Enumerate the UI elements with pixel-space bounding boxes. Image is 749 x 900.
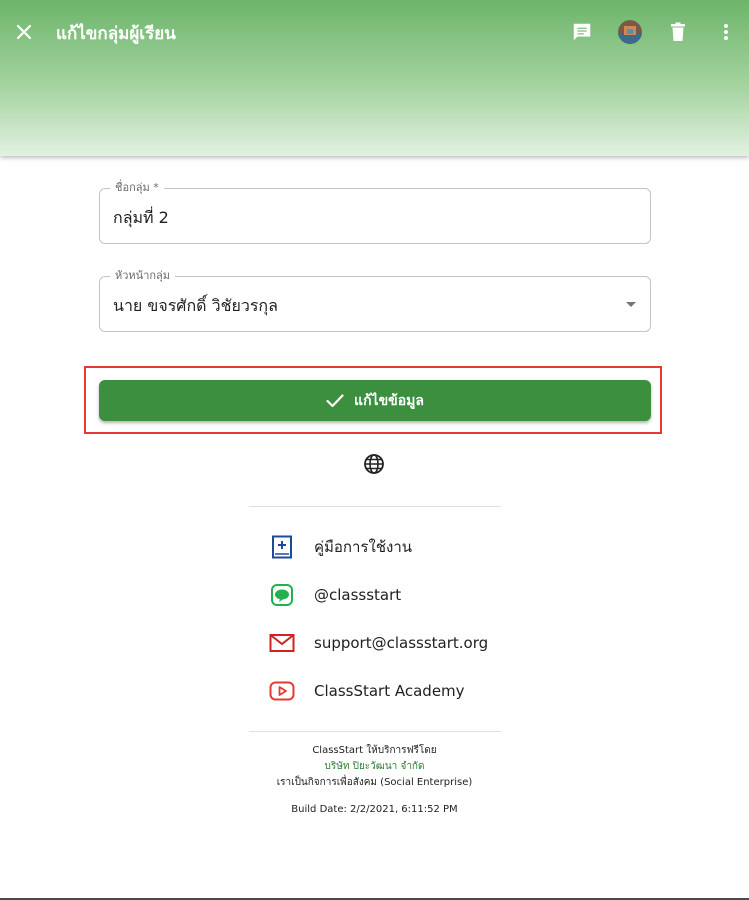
save-button[interactable]: แก้ไขข้อมูล (99, 380, 651, 421)
mail-icon (268, 629, 296, 657)
link-youtube[interactable]: ClassStart Academy (268, 677, 465, 705)
link-line-label: @classstart (314, 586, 402, 604)
user-avatar-image (618, 20, 642, 44)
footer-company-link[interactable]: บริษัท ปิยะวัฒนา จำกัด (325, 761, 425, 772)
link-email-label: support@classstart.org (314, 634, 489, 652)
globe-icon (364, 454, 384, 474)
avatar[interactable] (618, 20, 642, 44)
app-header: แก้ไขกลุ่มผู้เรียน (0, 0, 749, 156)
manual-book-icon (268, 533, 296, 561)
group-name-label: ชื่อกลุ่ม * (110, 181, 164, 195)
check-icon (326, 393, 344, 407)
footer-enterprise-text: เราเป็นกิจการเพื่อสังคม (Social Enterpri… (276, 777, 473, 788)
link-email[interactable]: support@classstart.org (268, 629, 488, 657)
build-date: Build Date: 2/2/2021, 6:11:52 PM (291, 804, 458, 815)
footer-company-wrapper: บริษัท ปิยะวัฒนา จำกัด (0, 760, 749, 773)
save-button-label: แก้ไขข้อมูล (354, 392, 424, 409)
divider (249, 731, 501, 732)
delete-button[interactable] (664, 18, 692, 46)
language-button[interactable] (363, 453, 385, 475)
link-manual-label: คู่มือการใช้งาน (314, 538, 412, 556)
footer-service-text: ClassStart ให้บริการฟรีโดย (312, 745, 437, 756)
group-leader-label: หัวหน้ากลุ่ม (110, 269, 176, 283)
page-title: แก้ไขกลุ่มผู้เรียน (56, 24, 176, 44)
link-youtube-label: ClassStart Academy (314, 682, 465, 700)
trash-icon (671, 22, 685, 41)
more-vertical-icon (724, 24, 728, 40)
more-options-button[interactable] (712, 18, 740, 46)
comment-icon (573, 23, 591, 41)
link-manual[interactable]: คู่มือการใช้งาน (268, 533, 412, 561)
link-line[interactable]: @classstart (268, 581, 401, 609)
group-name-value[interactable]: กลุ่มที่ 2 (113, 206, 169, 231)
comment-button[interactable] (568, 18, 596, 46)
youtube-icon (268, 677, 296, 705)
group-name-field[interactable]: ชื่อกลุ่ม * กลุ่มที่ 2 (99, 181, 651, 244)
close-button[interactable] (10, 18, 38, 46)
dropdown-arrow-icon[interactable] (626, 302, 636, 307)
close-icon (16, 24, 32, 40)
line-icon (268, 581, 296, 609)
group-leader-value[interactable]: นาย ขจรศักดิ์ วิชัยวรกุล (113, 294, 278, 319)
divider (249, 506, 501, 507)
group-leader-select[interactable]: หัวหน้ากลุ่ม นาย ขจรศักดิ์ วิชัยวรกุล (99, 269, 651, 332)
